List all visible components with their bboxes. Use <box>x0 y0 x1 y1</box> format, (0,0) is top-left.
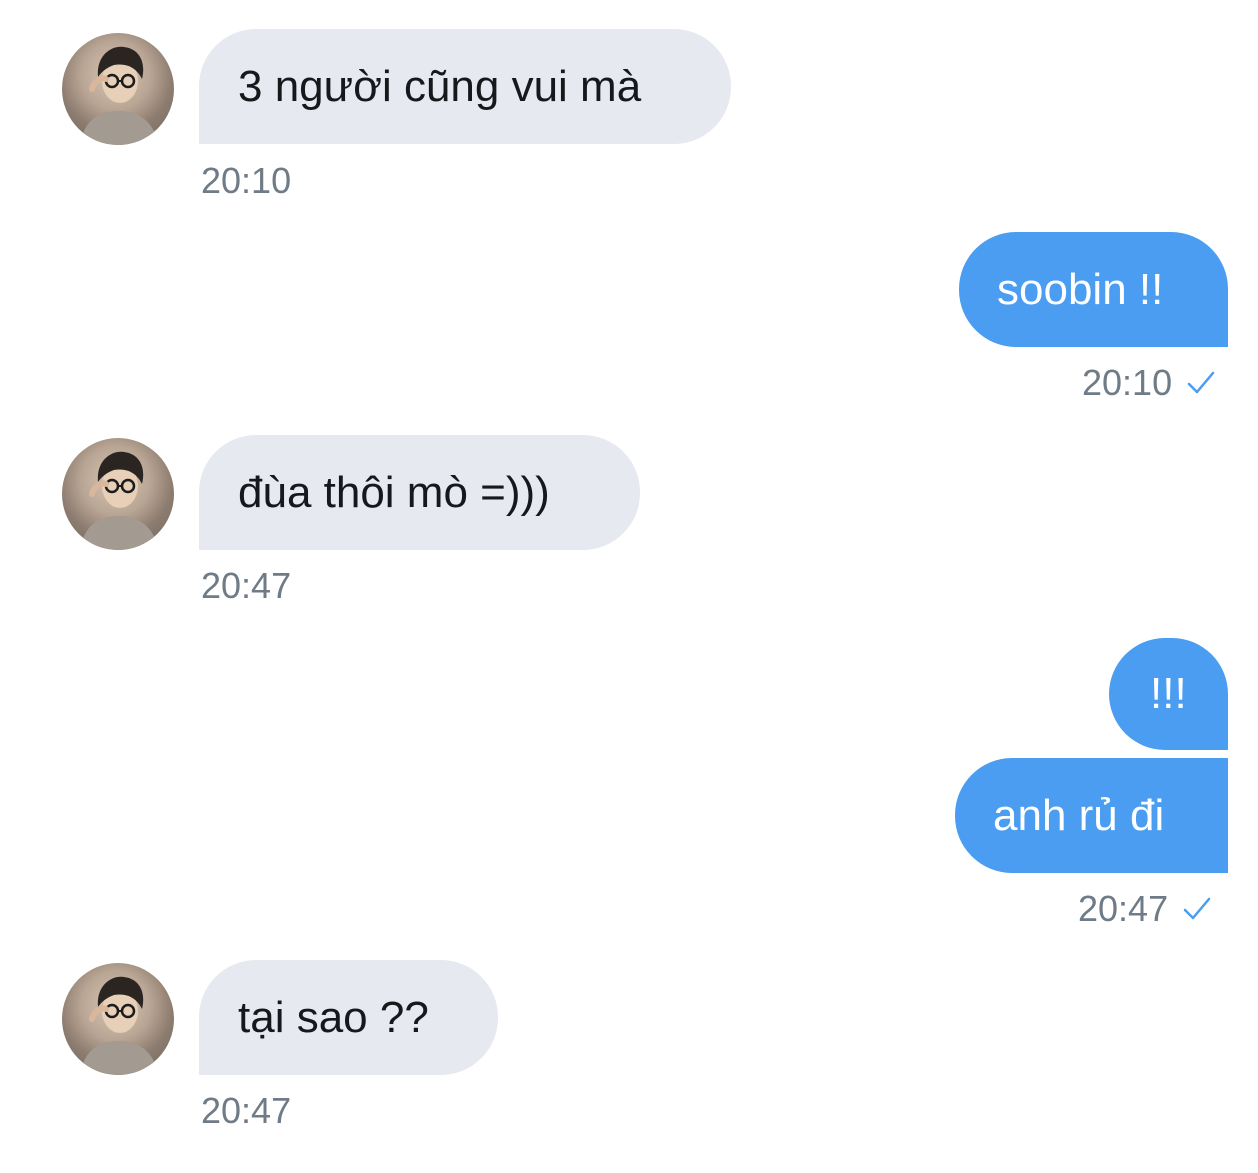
message-text: soobin !! <box>997 264 1164 314</box>
message-text: !!! <box>1150 669 1187 718</box>
timestamp-text: 20:47 <box>201 1090 292 1131</box>
message-bubble-incoming[interactable]: 3 người cũng vui mà <box>199 29 731 144</box>
avatar[interactable] <box>62 33 174 145</box>
timestamp-text: 20:10 <box>1082 362 1173 403</box>
message-text: đùa thôi mò =))) <box>238 467 550 517</box>
message-timestamp: 20:47 <box>201 1093 291 1129</box>
avatar[interactable] <box>62 963 174 1075</box>
timestamp-text: 20:47 <box>1078 888 1169 929</box>
timestamp-text: 20:10 <box>201 160 292 201</box>
message-timestamp: 20:10 <box>1082 365 1216 401</box>
read-check-icon <box>1186 370 1216 396</box>
message-bubble-outgoing[interactable]: soobin !! <box>959 232 1228 347</box>
avatar[interactable] <box>62 438 174 550</box>
user-avatar-icon <box>80 451 158 550</box>
timestamp-text: 20:47 <box>201 565 292 606</box>
message-timestamp: 20:47 <box>1078 891 1212 927</box>
read-check-icon <box>1182 896 1212 922</box>
message-text: anh rủ đi <box>993 790 1165 840</box>
message-bubble-outgoing[interactable]: anh rủ đi <box>955 758 1228 873</box>
message-bubble-outgoing[interactable]: !!! <box>1109 638 1228 750</box>
message-bubble-incoming[interactable]: đùa thôi mò =))) <box>199 435 640 550</box>
message-text: 3 người cũng vui mà <box>238 61 642 111</box>
user-avatar-icon <box>80 976 158 1075</box>
message-timestamp: 20:10 <box>201 163 291 199</box>
message-bubble-incoming[interactable]: tại sao ?? <box>199 960 498 1075</box>
message-text: tại sao ?? <box>238 992 429 1042</box>
user-avatar-icon <box>80 46 158 145</box>
message-timestamp: 20:47 <box>201 568 291 604</box>
